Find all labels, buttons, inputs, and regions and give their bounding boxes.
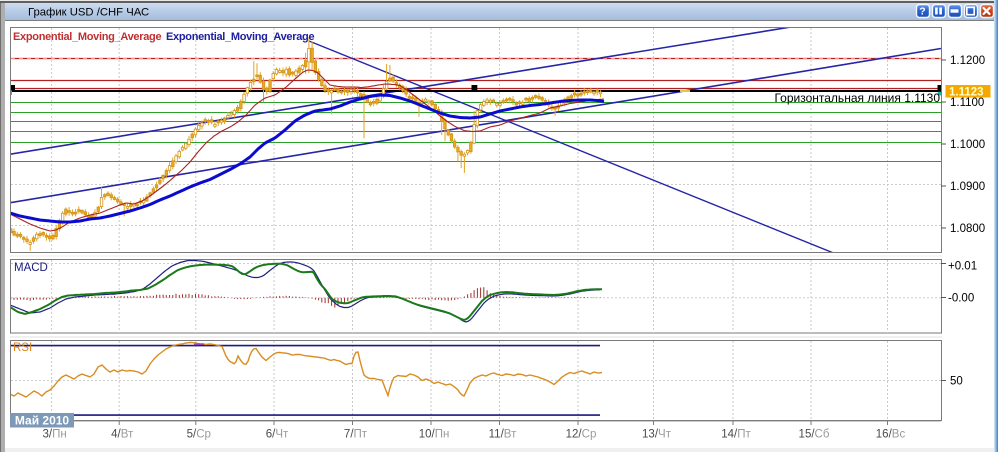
svg-text:-0.00: -0.00 <box>948 293 974 305</box>
svg-text:4/Вт: 4/Вт <box>111 429 134 441</box>
svg-text:RSI: RSI <box>13 342 32 354</box>
svg-text:7/Пт: 7/Пт <box>344 429 368 441</box>
svg-text:Горизонтальная линия 1.1130: Горизонтальная линия 1.1130 <box>774 91 940 105</box>
svg-text:?: ? <box>919 6 925 18</box>
svg-text:Exponential_Moving_Average: Exponential_Moving_Average <box>13 31 161 43</box>
svg-text:12/Ср: 12/Ср <box>566 429 597 441</box>
svg-text:1.1200: 1.1200 <box>950 55 985 67</box>
svg-text:MACD: MACD <box>14 262 48 274</box>
svg-text:1.1123: 1.1123 <box>949 87 984 99</box>
svg-text:5/Ср: 5/Ср <box>187 429 211 441</box>
svg-text:50: 50 <box>950 376 963 388</box>
svg-text:1.0900: 1.0900 <box>950 181 985 193</box>
svg-text:1.1000: 1.1000 <box>950 139 985 151</box>
svg-text:6/Чт: 6/Чт <box>266 429 289 441</box>
svg-text:15/Сб: 15/Сб <box>799 429 830 441</box>
svg-text:11/Вт: 11/Вт <box>489 429 517 441</box>
svg-text:Май 2010: Май 2010 <box>15 414 70 428</box>
svg-text:16/Вс: 16/Вс <box>876 429 906 441</box>
svg-text:13/Чт: 13/Чт <box>642 429 672 441</box>
svg-text:1.0800: 1.0800 <box>950 223 985 235</box>
svg-text:+0.01: +0.01 <box>948 261 977 273</box>
svg-text:3/Пн: 3/Пн <box>42 429 66 441</box>
svg-text:График USD /CHF ЧАС: График USD /CHF ЧАС <box>28 7 149 19</box>
svg-text:Exponential_Moving_Average: Exponential_Moving_Average <box>166 31 314 43</box>
svg-text:14/Пт: 14/Пт <box>721 429 751 441</box>
svg-text:10/Пн: 10/Пн <box>419 429 450 441</box>
svg-text:1.1100: 1.1100 <box>950 97 984 109</box>
